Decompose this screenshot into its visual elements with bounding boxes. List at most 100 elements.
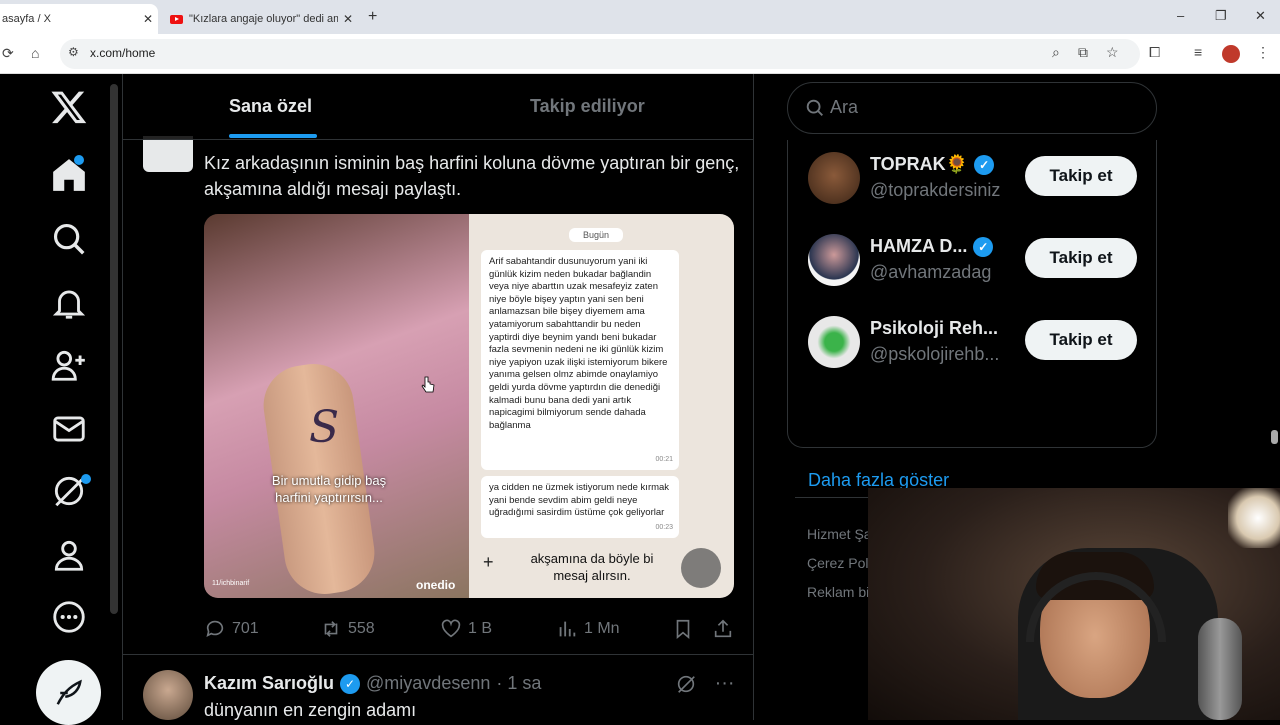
tweet-divider	[123, 654, 753, 655]
like-button[interactable]: 1 B	[440, 618, 492, 640]
left-nav	[0, 74, 122, 720]
tab-for-you[interactable]: Sana özel	[229, 96, 312, 117]
onedio-avatar[interactable]	[143, 136, 193, 172]
tab-title: asayfa / X	[2, 13, 51, 25]
follow-suggestion[interactable]: HAMZA D... ✓ @avhamzadag Takip et	[808, 234, 1148, 290]
footer-link-ads[interactable]: Reklam bi	[807, 584, 869, 600]
suggestion-name: TOPRAK🌻 ✓	[870, 154, 995, 175]
more-circle-icon[interactable]	[50, 598, 88, 636]
tab-following[interactable]: Takip ediliyor	[530, 96, 645, 117]
author-handle[interactable]: @miyavdesenn	[366, 673, 490, 694]
minimize-button[interactable]: –	[1177, 8, 1184, 23]
reload-icon[interactable]: ⟳	[2, 45, 14, 62]
close-tab-icon[interactable]: ✕	[338, 12, 358, 26]
site-info-icon[interactable]: ⚙	[68, 45, 79, 59]
search-placeholder: Ara	[830, 97, 859, 117]
suggestion-handle: @toprakdersiniz	[870, 180, 1001, 200]
scrollbar-thumb[interactable]	[1271, 430, 1278, 444]
plus-icon: +	[483, 552, 494, 572]
restore-button[interactable]: ❐	[1215, 8, 1227, 24]
hand-cursor-icon	[421, 376, 435, 393]
author-name[interactable]: Kazım Sarıoğlu	[204, 673, 334, 694]
follow-suggestion[interactable]: Psikoloji Reh... @pskolojirehb... Takip …	[808, 316, 1148, 372]
suggestion-name: HAMZA D... ✓	[870, 236, 994, 257]
reply-button[interactable]: 701	[204, 618, 259, 640]
bookmark-button[interactable]	[672, 618, 694, 640]
bell-icon[interactable]	[50, 284, 88, 322]
search-icon[interactable]	[50, 220, 88, 258]
tab-x-home[interactable]: asayfa / X ✕	[0, 4, 158, 34]
message-text: ya cidden ne üzmek istiyorum nede kırmak…	[489, 482, 670, 519]
bookmark-star-icon[interactable]: ☆	[1106, 44, 1119, 61]
tweet-media[interactable]: S Bir umutla gidip baş harfini yaptırırs…	[204, 214, 734, 598]
close-tab-icon[interactable]: ✕	[138, 12, 158, 26]
edit-image-icon[interactable]	[681, 548, 721, 588]
verified-badge-icon: ✓	[973, 236, 994, 257]
new-tab-button[interactable]: +	[368, 8, 377, 26]
views-button[interactable]: 1 Mn	[556, 618, 620, 640]
url-text[interactable]: x.com/home	[90, 46, 155, 60]
follow-button[interactable]: Takip et	[1025, 156, 1137, 196]
divider	[795, 497, 869, 498]
tweet-text: dünyanın en zengin adamı	[204, 700, 417, 720]
footer-link-cookies[interactable]: Çerez Poli	[807, 555, 872, 571]
active-tab-indicator	[229, 134, 317, 138]
footer-link-terms[interactable]: Hizmet Şa	[807, 526, 872, 542]
chat-message: ya cidden ne üzmek istiyorum nede kırmak…	[481, 476, 679, 538]
search-box[interactable]: Ara	[787, 82, 1157, 134]
photo-caption: Bir umutla gidip baş harfini yaptırırsın…	[271, 473, 387, 505]
message-time: 00:21	[655, 456, 673, 464]
install-icon[interactable]: ⧉	[1078, 44, 1088, 61]
follow-button[interactable]: Takip et	[1025, 320, 1137, 360]
close-window-button[interactable]: ✕	[1255, 8, 1266, 24]
chat-screenshot: Bugün Arif sabahtandir dusunuyorum yani …	[469, 214, 734, 598]
reply-count: 701	[232, 620, 259, 637]
avatar[interactable]	[808, 234, 860, 286]
suggestion-name-text: HAMZA D...	[870, 236, 968, 256]
bookmark-icon	[676, 619, 690, 640]
repost-button[interactable]: 558	[320, 618, 375, 640]
profile-avatar[interactable]	[1222, 45, 1240, 63]
avatar[interactable]	[808, 316, 860, 368]
mail-icon[interactable]	[50, 410, 88, 448]
repost-count: 558	[348, 620, 375, 637]
repost-icon	[324, 621, 338, 637]
microphone	[1198, 618, 1242, 720]
browser-tab-bar: asayfa / X ✕ "Kızlara angaje oluyor" ded…	[0, 0, 1280, 34]
extensions-icon[interactable]: ⧠	[1149, 44, 1160, 61]
omnibox[interactable]	[60, 39, 1140, 69]
notification-dot	[74, 155, 84, 165]
avatar[interactable]	[808, 152, 860, 204]
tattoo-photo: S Bir umutla gidip baş harfini yaptırırs…	[204, 214, 469, 598]
x-logo-icon[interactable]	[50, 88, 88, 126]
share-icon	[714, 619, 732, 638]
avatar[interactable]	[143, 670, 193, 720]
main-feed[interactable]: Sana özel Takip ediliyor Kız arkadaşının…	[122, 74, 754, 720]
profile-icon[interactable]	[50, 536, 88, 574]
message-text: Arif sabahtandir dusunuyorum yani iki gü…	[489, 256, 668, 431]
chat-day-label: Bugün	[569, 228, 624, 242]
media-icon[interactable]: ≡	[1194, 44, 1202, 60]
share-button[interactable]	[712, 618, 734, 640]
suggestion-name: Psikoloji Reh...	[870, 318, 999, 338]
follow-button[interactable]: Takip et	[1025, 238, 1137, 278]
tweet-text: Kız arkadaşının isminin baş harfini kolu…	[204, 153, 740, 199]
grok-icon[interactable]	[675, 673, 697, 695]
heart-icon	[441, 619, 461, 638]
add-user-icon[interactable]	[50, 346, 88, 384]
home-icon[interactable]: ⌂	[31, 45, 39, 61]
follow-suggestion[interactable]: TOPRAK🌻 ✓ @toprakdersiniz Takip et	[808, 152, 1148, 208]
tab-youtube[interactable]: "Kızlara angaje oluyor" dedi am ✕	[162, 4, 358, 34]
chat-caption: akşamına da böyle bi mesaj alırsın.	[530, 551, 654, 583]
watermark-handle: 11/ichbinarif	[212, 580, 250, 587]
suggestion-name-text: TOPRAK🌻	[870, 154, 969, 174]
more-options-icon[interactable]: ···	[715, 672, 735, 694]
menu-icon[interactable]: ⋮	[1256, 44, 1270, 61]
left-scrollbar[interactable]	[110, 84, 118, 614]
tab-title: "Kızlara angaje oluyor" dedi am	[189, 13, 338, 25]
zoom-icon[interactable]: ⌕	[1052, 44, 1060, 61]
compose-post-button[interactable]	[36, 660, 101, 725]
lamp	[1228, 488, 1280, 548]
tweet-time[interactable]: · 1 sa	[496, 673, 541, 694]
view-count: 1 Mn	[584, 620, 620, 637]
